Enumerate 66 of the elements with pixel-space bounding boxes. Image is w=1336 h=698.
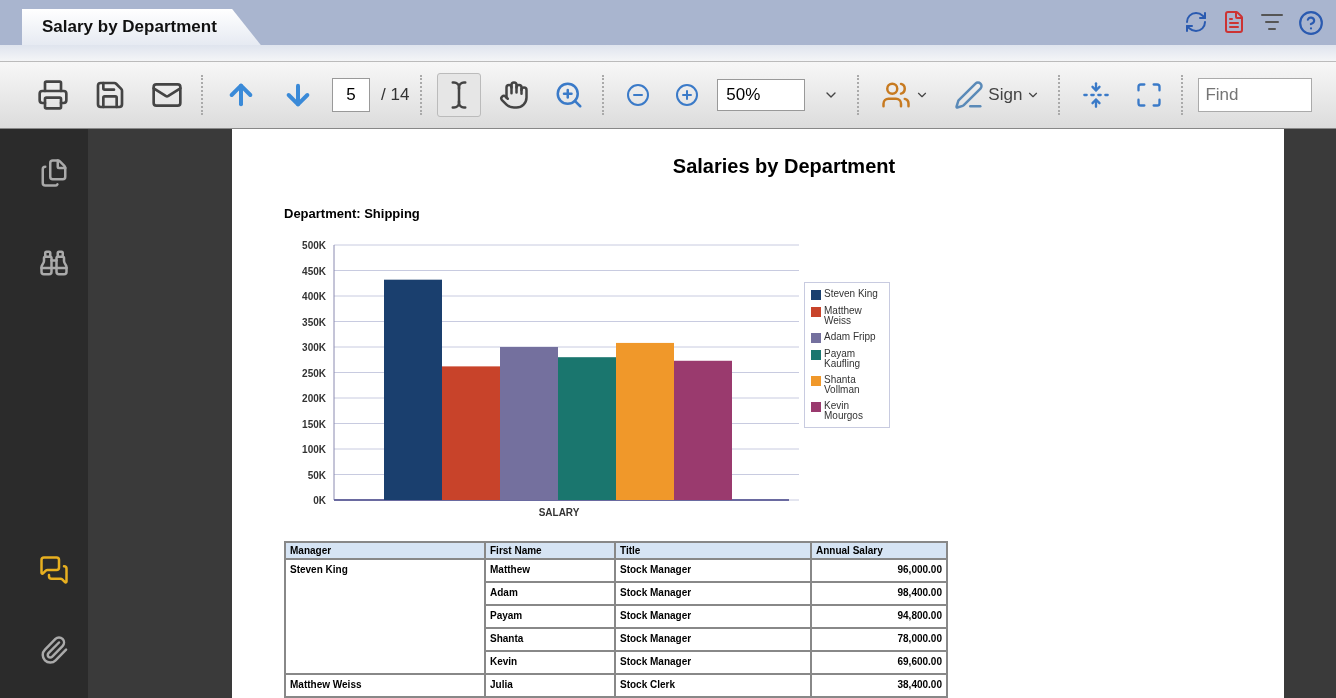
zoom-field[interactable]: 50%	[717, 79, 806, 111]
printer-icon	[37, 79, 69, 111]
sign-button[interactable]: Sign	[947, 73, 1048, 117]
fit-width-icon	[1082, 81, 1111, 109]
table-cell: Matthew Weiss	[286, 675, 484, 696]
table-cell: Stock Manager	[616, 583, 810, 604]
y-axis-label: 400K	[302, 291, 326, 302]
table-cell: Kevin	[486, 652, 614, 673]
legend-label: Shanta Vollman	[824, 375, 861, 395]
y-axis-label: 0K	[313, 495, 326, 506]
y-axis-label: 450K	[302, 265, 326, 277]
table-cell: Stock Manager	[616, 629, 810, 650]
table-cell: Matthew	[486, 560, 614, 581]
table-cell: Stock Manager	[616, 652, 810, 673]
y-axis-label: 50K	[307, 469, 326, 481]
find-field[interactable]: Find	[1198, 78, 1313, 112]
legend-label: Adam Fripp	[824, 332, 876, 342]
y-axis-label: 300K	[302, 342, 326, 353]
y-axis-label: 150K	[302, 418, 326, 430]
table-cell: Payam	[486, 606, 614, 627]
column-header: Annual Salary	[812, 543, 946, 558]
table-cell: Shanta	[486, 629, 614, 650]
page-total: / 14	[381, 85, 410, 105]
x-axis-label: SALARY	[538, 507, 580, 518]
select-tool-button[interactable]	[437, 73, 482, 117]
table-cell: Steven King	[286, 560, 484, 673]
column-header: Title	[616, 543, 810, 558]
table-cell: Adam	[486, 583, 614, 604]
page-number-field[interactable]: 5	[332, 78, 370, 112]
legend-label: Steven King	[824, 289, 878, 299]
table-cell: Julia	[486, 675, 614, 696]
column-header: Manager	[286, 543, 484, 558]
y-axis-label: 250K	[302, 367, 326, 379]
table-cell: 69,600.00	[812, 652, 946, 673]
pages-icon	[39, 158, 69, 188]
sync-icon	[1184, 9, 1208, 34]
table-cell: Stock Manager	[616, 560, 810, 581]
table-cell: 94,800.00	[812, 606, 946, 627]
pdf-icon	[1222, 9, 1246, 34]
fit-page-icon	[1135, 81, 1164, 109]
y-axis-label: 350K	[302, 316, 326, 328]
report-title: Salaries by Department	[671, 155, 897, 178]
table-cell: Stock Clerk	[616, 675, 810, 696]
department-heading: Department: Shipping	[284, 206, 421, 221]
y-axis-label: 100K	[302, 444, 326, 455]
speech-bubbles-icon	[39, 555, 69, 585]
people-icon	[881, 80, 912, 110]
table-cell: 78,000.00	[812, 629, 946, 650]
column-header: First Name	[486, 543, 614, 558]
y-axis-label: 200K	[302, 393, 326, 404]
table-cell: 96,000.00	[812, 560, 946, 581]
paperclip-icon	[39, 635, 69, 665]
hand-icon	[499, 80, 530, 110]
table-cell: 98,400.00	[812, 583, 946, 604]
table-cell: Stock Manager	[616, 606, 810, 627]
minus-circle-icon	[626, 83, 651, 107]
pen-icon	[954, 80, 985, 110]
help-icon	[1298, 9, 1324, 36]
binoculars-icon	[39, 248, 69, 278]
plus-circle-icon	[675, 83, 700, 107]
document-tab[interactable]: Salary by Department	[22, 9, 261, 45]
legend-label: Payam Kaufling	[824, 349, 862, 369]
table-cell: 38,400.00	[812, 675, 946, 696]
legend-label: Matthew Weiss	[824, 306, 863, 326]
y-axis-label: 500K	[302, 240, 326, 251]
legend-label: Kevin Mourgos	[824, 401, 864, 421]
